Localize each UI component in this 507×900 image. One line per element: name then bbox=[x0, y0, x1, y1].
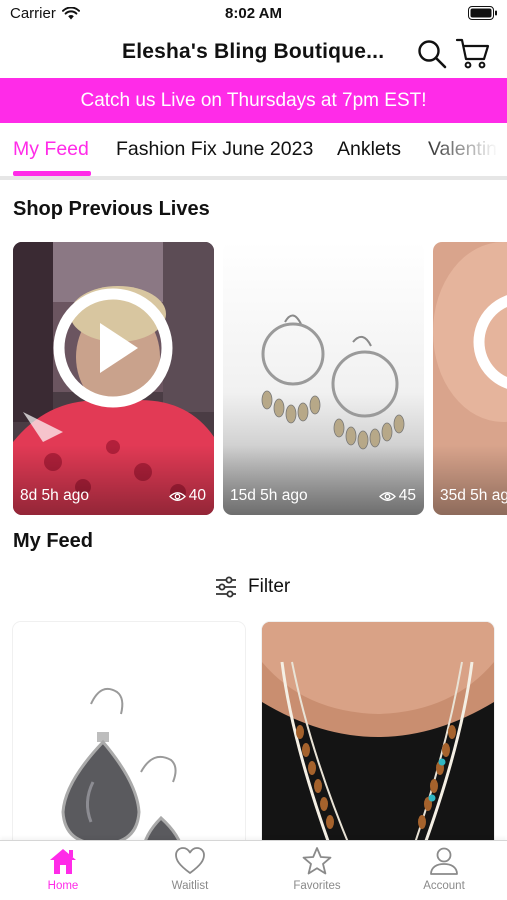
live-meta: 15d 5h ago 45 bbox=[230, 487, 416, 505]
previous-lives-carousel[interactable]: 8d 5h ago 40 15d 5h ago 45 35d 5h ag bbox=[13, 242, 507, 515]
tab-account[interactable]: Account bbox=[381, 846, 507, 892]
bottom-tab-bar: Home Waitlist Favorites Account bbox=[0, 840, 507, 900]
status-bar: Carrier 8:02 AM bbox=[0, 0, 507, 28]
tab-waitlist[interactable]: Waitlist bbox=[127, 846, 253, 892]
live-card[interactable]: 15d 5h ago 45 bbox=[223, 242, 424, 515]
category-tabs: My Feed Fashion Fix June 2023 Anklets Va… bbox=[0, 123, 507, 180]
cart-icon[interactable] bbox=[455, 36, 491, 70]
tab-home[interactable]: Home bbox=[0, 846, 126, 892]
tab-fashion-fix[interactable]: Fashion Fix June 2023 bbox=[116, 138, 313, 161]
play-icon[interactable] bbox=[53, 288, 173, 408]
feed-heading: My Feed bbox=[13, 530, 94, 552]
person-icon bbox=[430, 847, 458, 875]
tab-home-label: Home bbox=[47, 880, 79, 892]
tab-anklets[interactable]: Anklets bbox=[337, 138, 401, 161]
eye-icon bbox=[168, 491, 186, 501]
heart-icon bbox=[175, 847, 205, 874]
beaded-necklace-image bbox=[262, 622, 494, 852]
tab-waitlist-label: Waitlist bbox=[171, 880, 209, 892]
live-views: 40 bbox=[168, 487, 206, 505]
previous-lives-heading: Shop Previous Lives bbox=[13, 198, 210, 220]
product-card[interactable] bbox=[13, 622, 245, 852]
promo-banner[interactable]: Catch us Live on Thursdays at 7pm EST! bbox=[0, 78, 507, 123]
live-meta: 8d 5h ago 40 bbox=[20, 487, 206, 505]
live-meta: 35d 5h ago bbox=[440, 487, 507, 505]
active-tab-indicator bbox=[13, 171, 91, 176]
live-view-count: 40 bbox=[188, 487, 206, 504]
product-card[interactable] bbox=[262, 622, 494, 852]
teardrop-earrings-image bbox=[13, 622, 245, 852]
eye-icon bbox=[378, 491, 396, 501]
tab-account-label: Account bbox=[423, 880, 465, 892]
tab-valentines[interactable]: Valentines bbox=[428, 138, 507, 161]
battery-icon bbox=[468, 6, 497, 20]
live-age: 8d 5h ago bbox=[20, 487, 89, 504]
tab-favorites-label: Favorites bbox=[293, 880, 341, 892]
live-card[interactable]: 35d 5h ago bbox=[433, 242, 507, 515]
tab-my-feed[interactable]: My Feed bbox=[13, 138, 89, 161]
store-title: Elesha's Bling Boutique... bbox=[122, 40, 385, 63]
live-age: 15d 5h ago bbox=[230, 487, 308, 504]
live-age: 35d 5h ago bbox=[440, 487, 507, 504]
filter-label: Filter bbox=[248, 576, 291, 597]
star-icon bbox=[302, 847, 332, 875]
status-time: 8:02 AM bbox=[225, 5, 282, 22]
live-card[interactable]: 8d 5h ago 40 bbox=[13, 242, 214, 515]
search-icon[interactable] bbox=[416, 38, 448, 70]
filter-icon bbox=[216, 576, 236, 598]
nav-header: Elesha's Bling Boutique... bbox=[0, 30, 507, 78]
home-icon bbox=[50, 849, 76, 874]
filter-button[interactable]: Filter bbox=[214, 576, 290, 598]
live-view-count: 45 bbox=[398, 487, 416, 504]
tab-favorites[interactable]: Favorites bbox=[254, 846, 380, 892]
live-views: 45 bbox=[378, 487, 416, 505]
